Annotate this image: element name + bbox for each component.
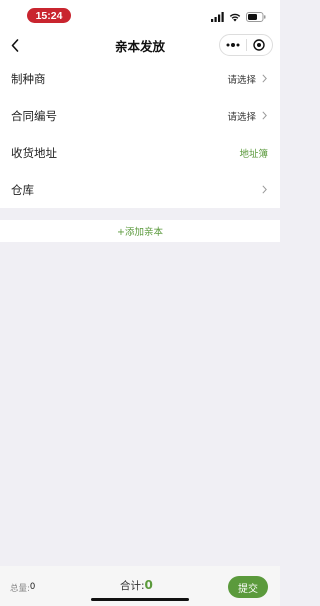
chevron-right-icon (260, 111, 268, 121)
more-dots-icon (226, 43, 240, 47)
release-form: 制种商 请选择 合同编号 请选择 收货地址 地址簿 仓库 (0, 60, 280, 208)
sum-total: 合计: 0 (120, 578, 153, 593)
target-close-icon (253, 39, 265, 51)
contract-row[interactable]: 合同编号 请选择 (0, 97, 280, 134)
home-indicator (91, 598, 189, 601)
status-time: 15:24 (27, 8, 71, 23)
warehouse-label: 仓库 (11, 182, 34, 197)
total-quantity-label: 总量: (10, 584, 30, 594)
status-icons (211, 10, 266, 22)
add-parent-button[interactable]: +添加亲本 (0, 220, 280, 242)
chevron-right-icon (260, 74, 268, 84)
close-mini-program-button[interactable] (247, 35, 273, 55)
producer-row[interactable]: 制种商 请选择 (0, 60, 280, 97)
battery-icon (246, 7, 266, 26)
total-quantity-value: 0 (29, 582, 36, 592)
contract-select-placeholder[interactable]: 请选择 (227, 109, 256, 123)
chevron-left-icon (11, 38, 19, 52)
submit-button[interactable]: 提交 (228, 576, 268, 598)
warehouse-row[interactable]: 仓库 (0, 171, 280, 208)
more-button[interactable] (220, 35, 246, 55)
contract-label: 合同编号 (11, 108, 57, 123)
chevron-right-icon (260, 185, 268, 195)
address-book-link[interactable]: 地址簿 (239, 146, 268, 160)
wifi-icon (229, 7, 241, 26)
back-button[interactable] (8, 36, 22, 54)
sum-value: 0 (144, 578, 153, 592)
producer-select-placeholder[interactable]: 请选择 (227, 72, 256, 86)
nav-bar: 亲本发放 (0, 30, 280, 60)
address-row: 收货地址 地址簿 (0, 134, 280, 171)
mini-program-capsule (219, 34, 273, 56)
producer-label: 制种商 (11, 71, 46, 86)
signal-icon (211, 7, 224, 26)
sum-label: 合计: (120, 580, 145, 592)
address-label: 收货地址 (11, 145, 57, 160)
status-bar: 15:24 (0, 0, 280, 30)
total-quantity: 总量: 0 (10, 582, 35, 594)
